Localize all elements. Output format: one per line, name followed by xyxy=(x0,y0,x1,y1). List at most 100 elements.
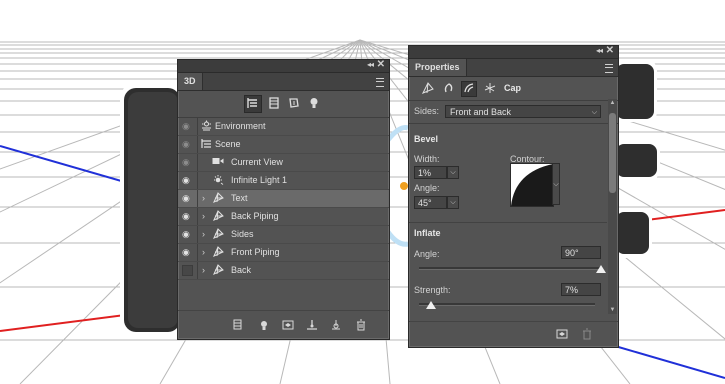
strength-slider-track[interactable] xyxy=(419,303,595,306)
sides-select[interactable]: Front and Back ⌵ xyxy=(445,105,601,118)
properties-panel: ◂◂ ✕ Properties Cap Sides: Front and Bac… xyxy=(408,45,619,348)
bevel-angle-input[interactable]: 45° xyxy=(414,196,447,209)
cap-icon[interactable] xyxy=(461,81,477,97)
layer-infinite-light[interactable]: ◉ Infinite Light 1 xyxy=(178,172,389,190)
inflate-header: Inflate xyxy=(414,228,441,238)
whole-scene-filter-icon[interactable] xyxy=(244,95,262,113)
strength-input[interactable]: 7% xyxy=(561,283,601,296)
collapse-panel-button[interactable]: ◂◂ xyxy=(367,60,374,69)
mesh-icon xyxy=(212,246,224,258)
visibility-eye-icon[interactable]: ◉ xyxy=(182,194,192,203)
bevel-header: Bevel xyxy=(414,134,439,144)
properties-mode-toolbar: Cap xyxy=(409,77,618,101)
visibility-eye-icon[interactable]: ◉ xyxy=(182,122,192,131)
strength-label: Strength: xyxy=(414,285,451,295)
deform-icon[interactable] xyxy=(442,82,456,96)
environment-icon xyxy=(200,120,212,132)
panel-tab-row: 3D xyxy=(178,73,389,91)
lights-filter-icon[interactable] xyxy=(306,96,322,112)
layer-text[interactable]: ◉ › Text xyxy=(178,190,389,208)
expand-chevron-icon[interactable]: › xyxy=(202,265,205,275)
ground-plane-icon[interactable] xyxy=(306,319,318,331)
camera-icon xyxy=(212,156,224,168)
contour-dropdown[interactable]: ⌵ xyxy=(552,163,560,205)
visibility-toggle-empty[interactable] xyxy=(182,265,193,276)
inflate-angle-input[interactable]: 90° xyxy=(561,246,601,259)
layer-environment[interactable]: ◉ Environment xyxy=(178,118,389,136)
close-panel-button[interactable]: ✕ xyxy=(377,59,385,70)
mesh-icon xyxy=(212,264,224,276)
layer-name: Back xyxy=(231,265,252,275)
visibility-eye-icon[interactable]: ◉ xyxy=(182,158,192,167)
layer-name: Front Piping xyxy=(231,247,280,257)
toggle-extras-icon[interactable] xyxy=(330,319,342,331)
meshes-filter-icon[interactable] xyxy=(266,96,282,112)
panel-topstrip: ◂◂ ✕ xyxy=(409,45,618,59)
tab-properties[interactable]: Properties xyxy=(409,59,467,76)
layer-name: Sides xyxy=(231,229,254,239)
layer-name: Current View xyxy=(231,157,283,167)
scroll-up-arrow-icon[interactable]: ▲ xyxy=(608,100,617,106)
layer-back-piping[interactable]: ◉ › Back Piping xyxy=(178,208,389,226)
visibility-eye-icon[interactable]: ◉ xyxy=(182,248,192,257)
visibility-eye-icon[interactable]: ◉ xyxy=(182,140,192,149)
properties-footer xyxy=(409,321,618,347)
light-icon xyxy=(212,174,224,186)
delete-trash-icon[interactable] xyxy=(581,328,593,342)
bevel-width-dropdown[interactable]: ⌵ xyxy=(447,166,459,179)
section-divider xyxy=(409,222,607,223)
layer-current-view[interactable]: ◉ Current View xyxy=(178,154,389,172)
layer-name: Text xyxy=(231,193,248,203)
mesh-properties-icon[interactable] xyxy=(421,82,435,96)
materials-filter-icon[interactable] xyxy=(286,96,302,112)
delete-trash-icon[interactable] xyxy=(355,319,367,331)
layer-name: Scene xyxy=(215,139,241,149)
sides-label: Sides: xyxy=(414,106,440,116)
expand-chevron-icon[interactable]: › xyxy=(202,211,205,221)
properties-scrollbar[interactable]: ▲ ▼ xyxy=(608,99,617,314)
mesh-icon xyxy=(212,192,224,204)
layer-sides[interactable]: ◉ › Sides xyxy=(178,226,389,244)
3d-panel-footer xyxy=(178,310,389,339)
layer-name: Infinite Light 1 xyxy=(231,175,288,185)
expand-chevron-icon[interactable]: › xyxy=(202,229,205,239)
layer-scene[interactable]: ◉ Scene xyxy=(178,136,389,154)
scroll-down-arrow-icon[interactable]: ▼ xyxy=(608,307,617,313)
layer-front-piping[interactable]: ◉ › Front Piping xyxy=(178,244,389,262)
sides-row: Sides: Front and Back ⌵ xyxy=(409,101,618,124)
coordinates-icon[interactable] xyxy=(483,82,497,96)
render-icon[interactable] xyxy=(556,328,568,342)
3d-layer-list: ◉ Environment ◉ Scene ◉ Current View ◉ I… xyxy=(178,118,389,280)
scrollbar-thumb[interactable] xyxy=(609,113,616,193)
bevel-width-input[interactable]: 1% xyxy=(414,166,447,179)
width-label: Width: xyxy=(414,154,440,164)
contour-preview[interactable] xyxy=(510,163,554,207)
panel-menu-icon[interactable] xyxy=(605,64,613,73)
close-panel-button[interactable]: ✕ xyxy=(606,45,614,56)
visibility-eye-icon[interactable]: ◉ xyxy=(182,176,192,185)
3d-panel: ◂◂ ✕ 3D ◉ Environment ◉ Scene ◉ Current … xyxy=(177,59,390,340)
sides-select-value: Front and Back xyxy=(450,107,512,117)
expand-chevron-icon[interactable]: › xyxy=(202,193,205,203)
mesh-icon xyxy=(212,210,224,222)
visibility-eye-icon[interactable]: ◉ xyxy=(182,212,192,221)
inflate-angle-slider-track[interactable] xyxy=(419,267,601,270)
add-mesh-icon[interactable] xyxy=(232,319,244,331)
render-icon[interactable] xyxy=(282,319,294,331)
inflate-angle-slider-thumb[interactable] xyxy=(596,265,606,273)
expand-chevron-icon[interactable]: › xyxy=(202,247,205,257)
collapse-panel-button[interactable]: ◂◂ xyxy=(596,46,603,55)
add-light-icon[interactable] xyxy=(258,319,270,331)
visibility-eye-icon[interactable]: ◉ xyxy=(182,230,192,239)
strength-slider-thumb[interactable] xyxy=(426,301,437,309)
inflate-angle-label: Angle: xyxy=(414,249,440,259)
bevel-angle-label: Angle: xyxy=(414,183,440,193)
scene-icon xyxy=(200,138,212,150)
chevron-down-icon: ⌵ xyxy=(591,109,597,116)
panel-menu-icon[interactable] xyxy=(376,78,384,87)
mesh-icon xyxy=(212,228,224,240)
bevel-angle-dropdown[interactable]: ⌵ xyxy=(447,196,459,209)
3d-filter-bar xyxy=(178,91,389,118)
tab-3d[interactable]: 3D xyxy=(178,73,203,90)
layer-back[interactable]: › Back xyxy=(178,262,389,280)
